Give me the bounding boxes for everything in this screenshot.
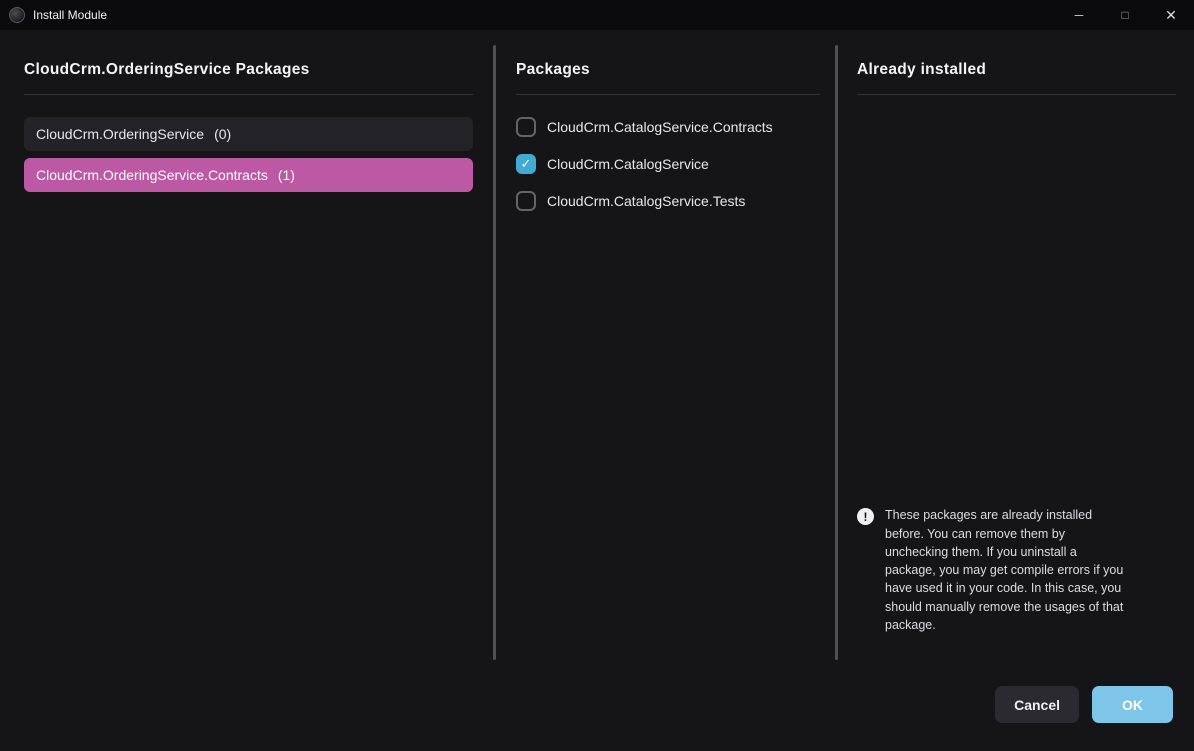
content-area: CloudCrm.OrderingService Packages CloudC… — [0, 30, 1194, 660]
already-installed-header: Already installed — [857, 61, 1176, 79]
titlebar: Install Module ─ □ ✕ — [0, 0, 1194, 30]
checkbox-icon[interactable] — [516, 117, 536, 137]
close-button[interactable]: ✕ — [1148, 0, 1194, 30]
module-item-label: CloudCrm.OrderingService — [36, 126, 204, 142]
checkbox-checked-icon[interactable] — [516, 154, 536, 174]
packages-panel-divider — [516, 94, 820, 95]
module-list: CloudCrm.OrderingService (0) CloudCrm.Or… — [24, 117, 473, 192]
app-icon — [9, 7, 25, 23]
checkbox-icon[interactable] — [516, 191, 536, 211]
modules-panel-header: CloudCrm.OrderingService Packages — [24, 61, 473, 79]
package-list: CloudCrm.CatalogService.Contracts CloudC… — [516, 117, 820, 211]
uninstall-warning-note: ! These packages are already installed b… — [857, 506, 1176, 634]
ok-button[interactable]: OK — [1092, 686, 1173, 723]
window-controls: ─ □ ✕ — [1056, 0, 1194, 30]
package-row-catalogservice[interactable]: CloudCrm.CatalogService — [516, 154, 820, 174]
cancel-button[interactable]: Cancel — [995, 686, 1079, 723]
maximize-button[interactable]: □ — [1102, 0, 1148, 30]
package-row-catalogservice-contracts[interactable]: CloudCrm.CatalogService.Contracts — [516, 117, 820, 137]
install-module-window: Install Module ─ □ ✕ CloudCrm.OrderingSe… — [0, 0, 1194, 751]
info-exclamation-icon: ! — [857, 508, 874, 525]
module-item-count: (0) — [214, 126, 231, 142]
module-item-count: (1) — [278, 167, 295, 183]
module-item-label: CloudCrm.OrderingService.Contracts — [36, 167, 268, 183]
uninstall-warning-text: These packages are already installed bef… — [885, 506, 1125, 634]
module-item-orderingservice-contracts[interactable]: CloudCrm.OrderingService.Contracts (1) — [24, 158, 473, 192]
footer-actions: Cancel OK — [0, 660, 1194, 751]
module-item-orderingservice[interactable]: CloudCrm.OrderingService (0) — [24, 117, 473, 151]
package-label: CloudCrm.CatalogService.Tests — [547, 193, 745, 209]
already-installed-divider — [857, 94, 1176, 95]
minimize-button[interactable]: ─ — [1056, 0, 1102, 30]
packages-panel-header: Packages — [516, 61, 820, 79]
package-row-catalogservice-tests[interactable]: CloudCrm.CatalogService.Tests — [516, 191, 820, 211]
window-title: Install Module — [33, 8, 107, 22]
already-installed-panel: Already installed ! These packages are a… — [838, 45, 1194, 660]
packages-panel: Packages CloudCrm.CatalogService.Contrac… — [496, 45, 835, 660]
package-label: CloudCrm.CatalogService — [547, 156, 709, 172]
modules-panel: CloudCrm.OrderingService Packages CloudC… — [0, 45, 493, 660]
modules-panel-divider — [24, 94, 473, 95]
package-label: CloudCrm.CatalogService.Contracts — [547, 119, 773, 135]
